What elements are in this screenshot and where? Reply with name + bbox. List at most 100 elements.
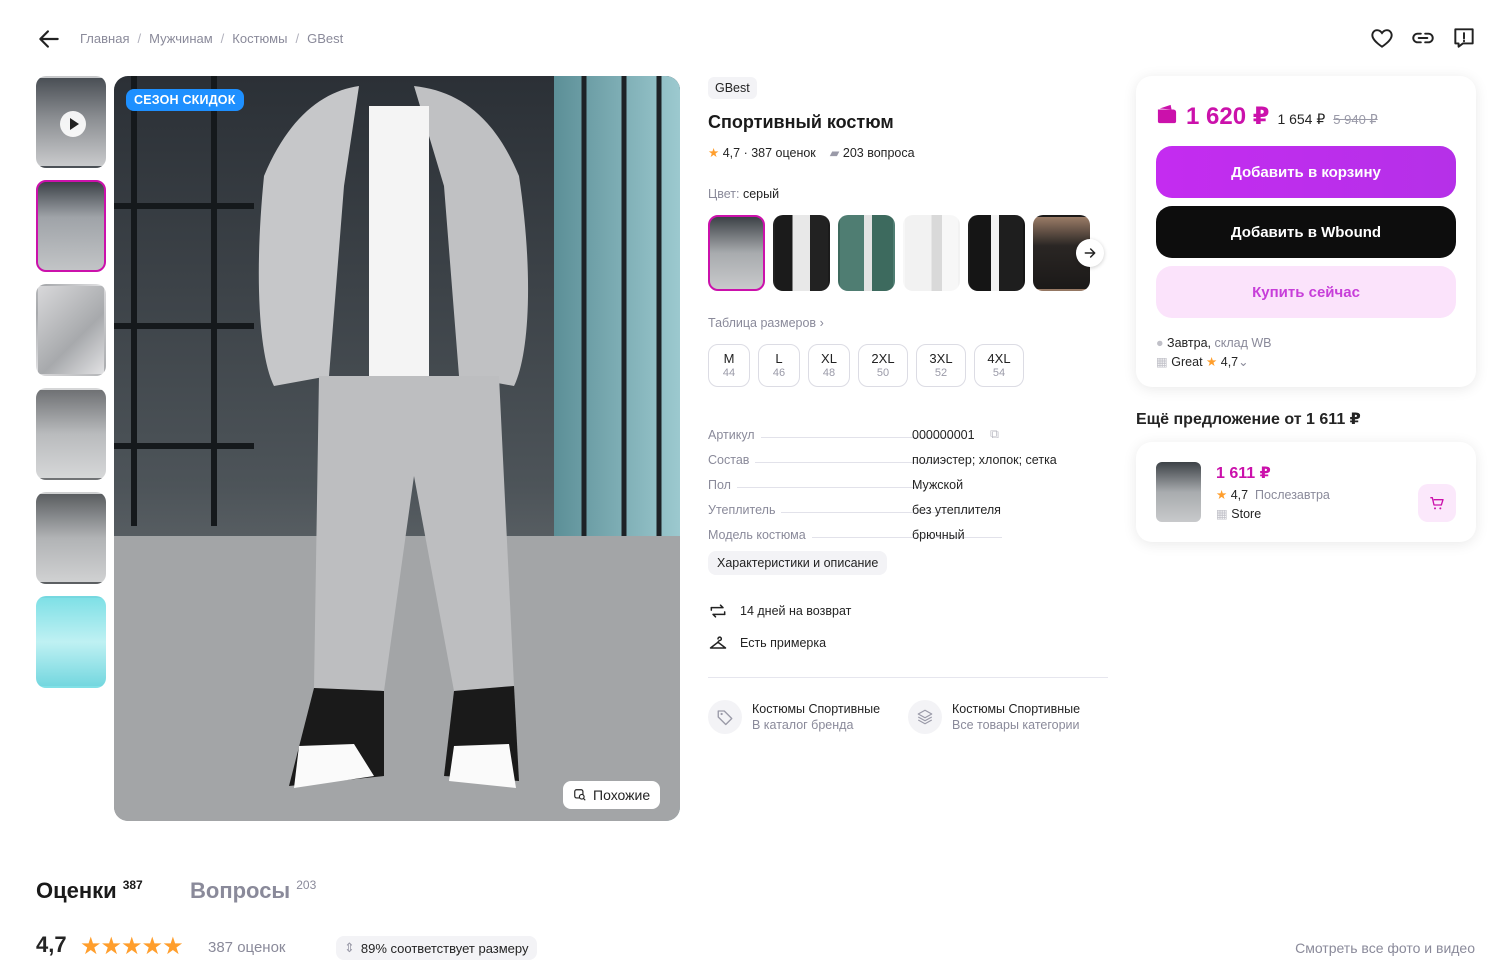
other-offer-meta: ★ 4,7 Послезавтра ▦ Store — [1216, 486, 1330, 524]
spec-row: Состав полиэстер; хлопок; сетка — [708, 442, 1108, 467]
add-to-cart-button[interactable]: Добавить в корзину — [1156, 146, 1456, 198]
breadcrumb-home[interactable]: Главная — [80, 31, 129, 46]
cart-icon — [1430, 497, 1444, 510]
size-ru: 52 — [934, 367, 948, 379]
spec-value: без утеплителя — [912, 503, 1001, 517]
star-icon: ★ — [708, 146, 720, 160]
spec-row: Пол Мужской — [708, 467, 1108, 492]
brand-catalog-title: Костюмы Спортивные — [752, 702, 881, 716]
main-product-image[interactable] — [114, 76, 680, 821]
all-media-link[interactable]: Смотреть все фото и видео — [1295, 940, 1475, 956]
size-label: 2XL — [871, 351, 895, 366]
breadcrumb-men[interactable]: Мужчинам — [149, 31, 213, 46]
other-offer-cart-button[interactable] — [1418, 484, 1456, 522]
link-icon[interactable] — [1410, 25, 1436, 51]
reviews-count: 387 оценок — [751, 146, 816, 160]
size-ru: 54 — [992, 367, 1006, 379]
arrow-right-icon — [1084, 248, 1096, 258]
spec-key: Пол — [708, 478, 731, 492]
back-arrow-icon[interactable] — [36, 26, 62, 52]
wallet-icon — [1157, 104, 1177, 124]
specifications: Артикул 000000001 ⧉ Состав полиэстер; хлопок… — [708, 417, 1108, 542]
size-option[interactable]: 3XL 52 — [916, 344, 966, 387]
overall-reviews-count: 387 оценок — [208, 939, 286, 956]
size-label: XL — [821, 351, 837, 366]
star-icon: ★ — [141, 933, 163, 960]
similar-search-icon — [574, 789, 586, 801]
heart-icon[interactable] — [1369, 25, 1395, 51]
tab-questions-label: Вопросы — [190, 878, 291, 903]
thumbnail-item[interactable] — [36, 284, 106, 376]
size-fit-badge: ⇕ 89% соответствует размеру — [336, 936, 537, 960]
spec-key: Утеплитель — [708, 503, 776, 517]
brand-catalog-link[interactable]: Костюмы Спортивные В каталог бренда — [708, 700, 880, 734]
spec-leader — [736, 487, 927, 488]
buy-now-button[interactable]: Купить сейчас — [1156, 266, 1456, 318]
category-title: Костюмы Спортивные — [952, 702, 1081, 716]
copy-icon[interactable]: ⧉ — [990, 427, 999, 442]
spec-row: Утеплитель без утеплителя — [708, 492, 1108, 517]
gallery-thumbnails — [36, 76, 106, 700]
size-fit-text: 89% соответствует размеру — [360, 940, 529, 956]
price-current: 1 620 ₽ — [1186, 103, 1270, 130]
spec-leader — [811, 537, 1002, 538]
rating-stars: ★★★★★ — [80, 932, 184, 961]
questions-link[interactable]: ▰ 203 вопроса — [830, 145, 915, 160]
thumbnail-item[interactable] — [36, 596, 106, 688]
size-option[interactable]: XL 48 — [808, 344, 850, 387]
thumbnail-item[interactable] — [36, 180, 106, 272]
color-swatch[interactable] — [968, 215, 1025, 291]
store-icon: ▦ — [1156, 355, 1168, 369]
spec-value: Мужской — [912, 478, 964, 492]
overall-rating: 4,7 — [36, 932, 67, 957]
other-offer-rating: 4,7 — [1230, 488, 1249, 502]
chevron-right-icon: › — [819, 316, 824, 330]
brand-tag[interactable]: GBest — [708, 77, 757, 99]
color-swatches — [708, 215, 1090, 291]
color-swatch[interactable] — [903, 215, 960, 291]
report-icon[interactable] — [1451, 25, 1477, 51]
tab-reviews-label: Оценки — [36, 878, 117, 903]
tab-questions[interactable]: Вопросы 203 — [190, 878, 316, 904]
other-offer-seller: Store — [1231, 507, 1262, 521]
reviews-link[interactable]: ★ 4,7 · 387 оценок — [708, 145, 816, 160]
fitting-text: Есть примерка — [740, 636, 827, 650]
size-ru: 46 — [772, 367, 786, 379]
size-table-link[interactable]: Таблица размеров › — [708, 316, 824, 330]
size-ru: 48 — [822, 367, 836, 379]
tab-reviews[interactable]: Оценки 387 — [36, 878, 143, 904]
swatches-next-button[interactable] — [1076, 239, 1104, 267]
brand-catalog-sub: В каталог бренда — [752, 718, 854, 732]
similar-button[interactable]: Похожие — [563, 781, 661, 809]
size-option[interactable]: L 46 — [758, 344, 800, 387]
category-link[interactable]: Костюмы Спортивные Все товары категории — [908, 700, 1080, 734]
thumbnail-item[interactable] — [36, 388, 106, 480]
spec-row: Артикул 000000001 ⧉ — [708, 417, 1108, 442]
size-option[interactable]: 2XL 50 — [858, 344, 908, 387]
price-block: 1 620 ₽ 1 654 ₽ 5 940 ₽ — [1156, 102, 1378, 131]
color-swatch[interactable] — [773, 215, 830, 291]
thumbnail-item[interactable] — [36, 492, 106, 584]
other-offer-image — [1156, 462, 1201, 522]
breadcrumb-suits[interactable]: Костюмы — [232, 31, 287, 46]
seller-info[interactable]: ▦ Great ★ 4,7⌄ — [1156, 353, 1272, 372]
breadcrumb-brand[interactable]: GBest — [307, 31, 343, 46]
layers-icon — [908, 700, 942, 734]
tab-questions-count: 203 — [296, 878, 317, 892]
size-option[interactable]: M 44 — [708, 344, 750, 387]
return-arrows-icon — [710, 604, 726, 618]
size-option[interactable]: 4XL 54 — [974, 344, 1024, 387]
returns-text: 14 дней на возврат — [740, 604, 852, 618]
color-swatch[interactable] — [708, 215, 765, 291]
size-ru: 44 — [722, 367, 736, 379]
add-to-wbound-button[interactable]: Добавить в Wbound — [1156, 206, 1456, 258]
star-icon: ★ — [100, 933, 122, 960]
price-without-wallet: 1 654 ₽ — [1277, 111, 1326, 127]
thumbnail-video[interactable] — [36, 76, 106, 168]
other-offer-price: 1 611 ₽ — [1216, 465, 1271, 482]
characteristics-button[interactable]: Характеристики и описание — [708, 551, 888, 575]
size-ru: 50 — [876, 367, 890, 379]
color-swatch[interactable] — [838, 215, 895, 291]
other-offer-title: Ещё предложение от 1 611 ₽ — [1136, 411, 1361, 428]
tab-reviews-count: 387 — [122, 878, 143, 892]
